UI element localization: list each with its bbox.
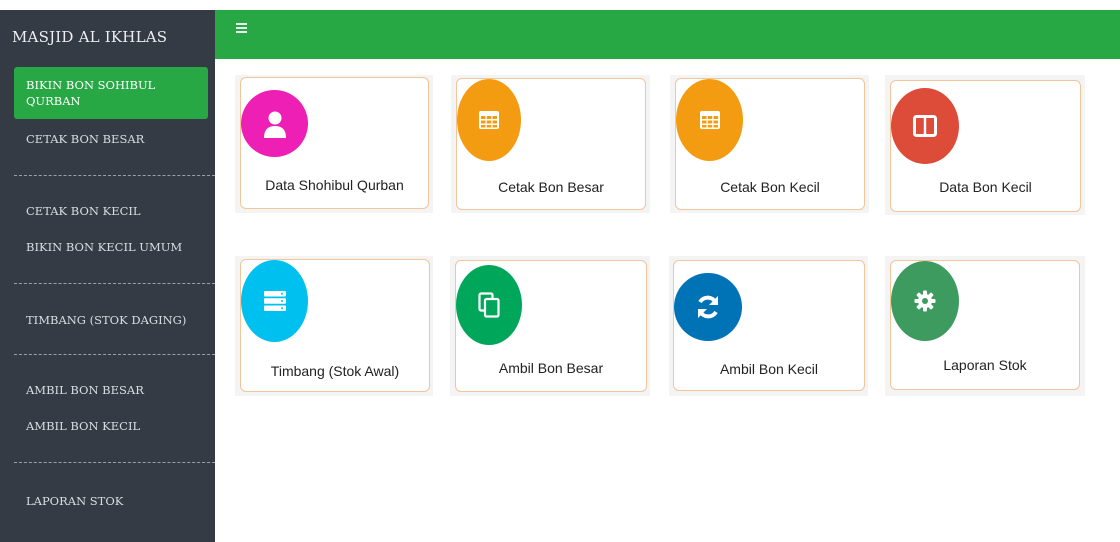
table-icon	[457, 79, 521, 161]
top-navbar	[215, 10, 1120, 59]
copy-icon	[456, 265, 522, 345]
sidebar-divider	[14, 175, 215, 176]
user-icon	[241, 90, 308, 157]
table-icon	[676, 79, 743, 161]
tile-label: Timbang (Stok Awal)	[270, 363, 400, 379]
sidebar-divider	[14, 283, 215, 284]
server-icon	[241, 260, 308, 342]
tile-ambil-bon-kecil[interactable]: Ambil Bon Kecil	[673, 260, 865, 391]
refresh-icon	[674, 273, 742, 341]
sidebar-item-bikin-bon-kecil-umum[interactable]: BIKIN BON KECIL UMUM	[14, 239, 208, 255]
hamburger-icon[interactable]	[236, 23, 247, 35]
tile-data-bon-kecil[interactable]: Data Bon Kecil	[890, 80, 1081, 212]
sidebar-item-cetak-bon-kecil[interactable]: CETAK BON KECIL	[14, 203, 208, 219]
sidebar: MASJID AL IKHLAS BIKIN BON SOHIBUL QURBA…	[0, 10, 215, 542]
tile-label: Cetak Bon Kecil	[720, 179, 820, 195]
tile-laporan-stok[interactable]: Laporan Stok	[890, 260, 1080, 390]
tile-cetak-bon-kecil[interactable]: Cetak Bon Kecil	[675, 78, 865, 210]
columns-icon	[891, 88, 959, 164]
tile-cetak-bon-besar[interactable]: Cetak Bon Besar	[456, 78, 646, 210]
brand-title: MASJID AL IKHLAS	[12, 28, 168, 46]
tile-data-shohibul-qurban[interactable]: Data Shohibul Qurban	[240, 77, 429, 209]
sidebar-item-timbang-stok-daging[interactable]: TIMBANG (STOK DAGING)	[14, 312, 208, 328]
sidebar-item-ambil-bon-kecil[interactable]: AMBIL BON KECIL	[14, 418, 208, 434]
tile-label: Cetak Bon Besar	[498, 179, 604, 195]
sidebar-divider	[14, 462, 215, 463]
sidebar-divider	[14, 354, 215, 355]
tile-label: Data Shohibul Qurban	[265, 177, 404, 193]
tile-label: Laporan Stok	[943, 357, 1027, 373]
sidebar-item-cetak-bon-besar[interactable]: CETAK BON BESAR	[14, 131, 208, 147]
sidebar-item-bikin-bon-sohibul-qurban[interactable]: BIKIN BON SOHIBUL QURBAN	[14, 67, 208, 119]
sidebar-item-laporan-stok[interactable]: LAPORAN STOK	[14, 493, 208, 509]
tile-timbang-stok-awal[interactable]: Timbang (Stok Awal)	[240, 259, 430, 392]
tile-label: Ambil Bon Kecil	[719, 361, 819, 377]
tile-label: Data Bon Kecil	[939, 179, 1032, 195]
tile-label: Ambil Bon Besar	[498, 360, 604, 376]
tile-ambil-bon-besar[interactable]: Ambil Bon Besar	[455, 260, 647, 392]
sidebar-item-ambil-bon-besar[interactable]: AMBIL BON BESAR	[14, 382, 208, 398]
gear-icon	[891, 261, 959, 341]
